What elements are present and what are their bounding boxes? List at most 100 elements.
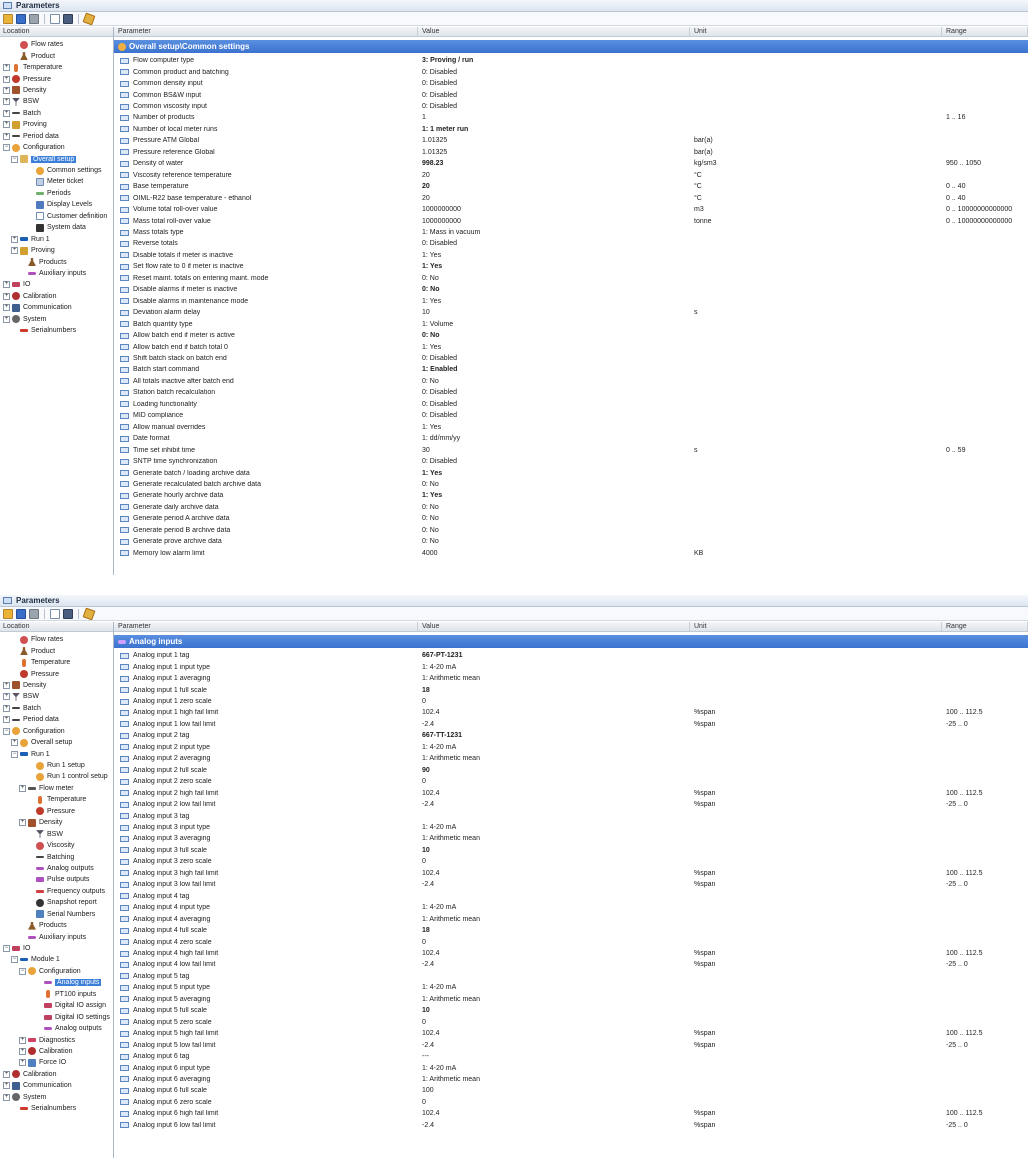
table-row[interactable]: Analog input 5 averaging 1: Arithmetic me… xyxy=(114,994,1028,1005)
table-row[interactable]: Disable alarms if meter is inactive 0: No xyxy=(114,284,1028,295)
table-row[interactable]: Analog input 3 input type 1: 4-20 mA xyxy=(114,822,1028,833)
value-cell[interactable]: 20 xyxy=(418,172,690,179)
tree-node[interactable]: Meter ticket xyxy=(0,176,113,187)
table-row[interactable]: Generate hourly archive data 1: Yes xyxy=(114,490,1028,501)
expand-icon[interactable]: + xyxy=(11,739,18,747)
tree-node[interactable]: + Temperature xyxy=(0,62,113,73)
table-row[interactable]: Analog input 6 high fail limit 102.4 %span… xyxy=(114,1108,1028,1119)
value-cell[interactable]: 0 xyxy=(418,1019,690,1026)
grid-view-icon[interactable] xyxy=(63,608,73,619)
tree-node[interactable]: + Flow meter xyxy=(0,783,113,794)
table-row[interactable]: Generate period A archive data 0: No xyxy=(114,513,1028,524)
tree-node[interactable]: + Density xyxy=(0,680,113,691)
table-row[interactable]: Set flow rate to 0 if meter is inactive 1… xyxy=(114,261,1028,272)
expand-icon[interactable]: + xyxy=(3,681,10,689)
tree-node[interactable]: Pulse outputs xyxy=(0,874,113,885)
table-row[interactable]: Mass total roll-over value 1000000000 tonn… xyxy=(114,215,1028,226)
table-row[interactable]: Analog input 4 averaging 1: Arithmetic me… xyxy=(114,913,1028,924)
tree-node[interactable]: + Calibration xyxy=(0,1046,113,1057)
value-cell[interactable]: 1: dd/mm/yy xyxy=(418,435,690,442)
value-cell[interactable]: -2.4 xyxy=(418,801,690,808)
expand-icon[interactable]: + xyxy=(19,784,26,792)
tree-node[interactable]: Display Levels xyxy=(0,199,113,210)
value-cell[interactable]: 102.4 xyxy=(418,870,690,877)
value-column-header[interactable]: Value xyxy=(418,622,690,631)
value-cell[interactable]: 10 xyxy=(418,1007,690,1014)
table-row[interactable]: Analog input 4 tag xyxy=(114,891,1028,902)
table-row[interactable]: Time set inhibit time 30 s 0 .. 59 xyxy=(114,444,1028,455)
value-cell[interactable]: 0: Disabled xyxy=(418,412,690,419)
value-cell[interactable]: 0 xyxy=(418,778,690,785)
value-cell[interactable]: 102.4 xyxy=(418,950,690,957)
table-row[interactable]: Analog input 3 full scale 10 xyxy=(114,845,1028,856)
tree-node[interactable]: − Overall setup xyxy=(0,153,113,164)
tree-view-icon[interactable] xyxy=(50,13,60,24)
tools-icon[interactable] xyxy=(82,607,96,620)
value-cell[interactable]: 1: Arithmetic mean xyxy=(418,835,690,842)
value-cell[interactable]: 1.01325 xyxy=(418,149,690,156)
tree-node[interactable]: + Period data xyxy=(0,714,113,725)
tree-node[interactable]: + System xyxy=(0,314,113,325)
table-row[interactable]: Analog input 5 low fail limit -2.4 %span -2… xyxy=(114,1039,1028,1050)
expand-icon[interactable]: + xyxy=(3,1093,10,1101)
table-row[interactable]: Pressure reference Global 1.01325 bar(a) xyxy=(114,147,1028,158)
value-cell[interactable]: -2.4 xyxy=(418,721,690,728)
print-icon[interactable] xyxy=(29,13,39,24)
value-cell[interactable]: 1: Arithmetic mean xyxy=(418,1076,690,1083)
expand-icon[interactable]: + xyxy=(3,64,10,72)
table-row[interactable]: Generate daily archive data 0: No xyxy=(114,502,1028,513)
range-column-header[interactable]: Range xyxy=(942,622,1028,631)
tree-node[interactable]: Flow rates xyxy=(0,634,113,645)
value-cell[interactable]: 667-PT-1231 xyxy=(418,652,690,659)
value-cell[interactable]: 1: 4-20 mA xyxy=(418,984,690,991)
tree-node[interactable]: + BSW xyxy=(0,691,113,702)
tree-node[interactable]: + Calibration xyxy=(0,1069,113,1080)
value-cell[interactable]: 1: Yes xyxy=(418,492,690,499)
value-cell[interactable]: 0: No xyxy=(418,527,690,534)
table-row[interactable]: Common product and batching 0: Disabled xyxy=(114,66,1028,77)
table-row[interactable]: Allow batch end if meter is active 0: No xyxy=(114,330,1028,341)
table-row[interactable]: Analog input 1 full scale 18 xyxy=(114,684,1028,695)
tree-node[interactable]: Temperature xyxy=(0,794,113,805)
table-row[interactable]: Generate prove archive data 0: No xyxy=(114,536,1028,547)
expand-icon[interactable]: + xyxy=(3,716,10,724)
tree-node[interactable]: Product xyxy=(0,50,113,61)
save-icon[interactable] xyxy=(16,608,26,619)
value-cell[interactable]: 0 xyxy=(418,858,690,865)
tree-node[interactable]: PT100 inputs xyxy=(0,989,113,1000)
table-row[interactable]: Common viscosity input 0: Disabled xyxy=(114,101,1028,112)
value-cell[interactable]: 20 xyxy=(418,195,690,202)
table-row[interactable]: Volume total roll-over value 1000000000 m3… xyxy=(114,204,1028,215)
value-cell[interactable]: 0: Disabled xyxy=(418,80,690,87)
value-cell[interactable]: -2.4 xyxy=(418,1122,690,1129)
value-cell[interactable]: 10 xyxy=(418,309,690,316)
expand-icon[interactable]: + xyxy=(19,1047,26,1055)
tree-node[interactable]: Digital IO assign xyxy=(0,1000,113,1011)
tree-node[interactable]: Viscosity xyxy=(0,840,113,851)
expand-icon[interactable]: + xyxy=(3,304,10,312)
value-cell[interactable]: 1: Yes xyxy=(418,252,690,259)
table-row[interactable]: Disable alarms in maintenance mode 1: Yes xyxy=(114,296,1028,307)
expand-icon[interactable]: + xyxy=(11,247,18,255)
tree-node[interactable]: Product xyxy=(0,645,113,656)
table-row[interactable]: Number of local meter runs 1: 1 meter run xyxy=(114,124,1028,135)
expand-icon[interactable]: + xyxy=(19,1059,26,1067)
table-row[interactable]: Analog input 6 input type 1: 4-20 mA xyxy=(114,1062,1028,1073)
table-row[interactable]: Number of products 1 1 .. 16 xyxy=(114,112,1028,123)
expand-icon[interactable]: + xyxy=(3,693,10,701)
table-row[interactable]: Reverse totals 0: Disabled xyxy=(114,238,1028,249)
tree-node[interactable]: − Configuration xyxy=(0,966,113,977)
table-row[interactable]: Batch start command 1: Enabled xyxy=(114,364,1028,375)
value-cell[interactable]: 102.4 xyxy=(418,790,690,797)
value-cell[interactable]: 30 xyxy=(418,447,690,454)
table-row[interactable]: Shift batch stack on batch end 0: Disable… xyxy=(114,353,1028,364)
tree-node[interactable]: Digital IO settings xyxy=(0,1011,113,1022)
open-folder-icon[interactable] xyxy=(3,13,13,24)
tree-node[interactable]: Temperature xyxy=(0,657,113,668)
value-cell[interactable]: 0: Disabled xyxy=(418,401,690,408)
tree-node[interactable]: + BSW xyxy=(0,96,113,107)
table-row[interactable]: Disable totals if meter is inactive 1: Ye… xyxy=(114,250,1028,261)
expand-icon[interactable]: + xyxy=(3,1070,10,1078)
value-cell[interactable]: -2.4 xyxy=(418,881,690,888)
value-cell[interactable]: 1 xyxy=(418,114,690,121)
